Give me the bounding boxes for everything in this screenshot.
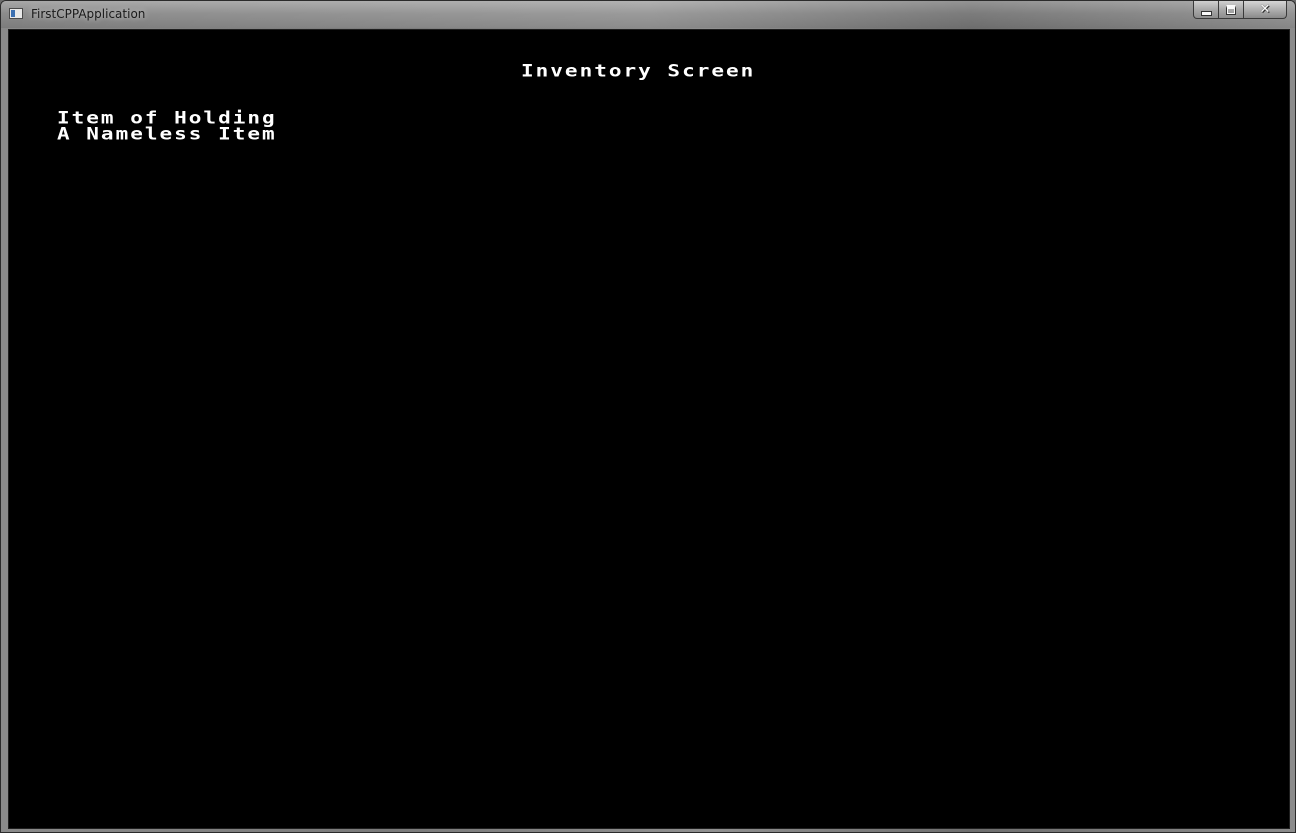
screen-title: Inventory Screen: [521, 60, 756, 81]
app-window: FirstCPPApplication ✕ Inventory Screen I…: [0, 0, 1296, 833]
window-title: FirstCPPApplication: [31, 7, 146, 21]
inventory-list: Item of Holding A Nameless Item: [57, 109, 277, 143]
game-console[interactable]: Inventory Screen Item of Holding A Namel…: [8, 29, 1290, 829]
title-bar[interactable]: FirstCPPApplication: [1, 1, 1295, 28]
inventory-item[interactable]: A Nameless Item: [57, 125, 277, 142]
close-button[interactable]: ✕: [1244, 1, 1287, 19]
close-icon: ✕: [1259, 1, 1271, 17]
minimize-icon: [1200, 10, 1212, 16]
inventory-item[interactable]: Item of Holding: [57, 109, 277, 126]
maximize-button[interactable]: [1219, 1, 1244, 19]
maximize-icon: [1226, 4, 1236, 15]
minimize-button[interactable]: [1193, 1, 1219, 19]
app-icon[interactable]: [9, 8, 23, 19]
caption-buttons: ✕: [1193, 1, 1287, 20]
